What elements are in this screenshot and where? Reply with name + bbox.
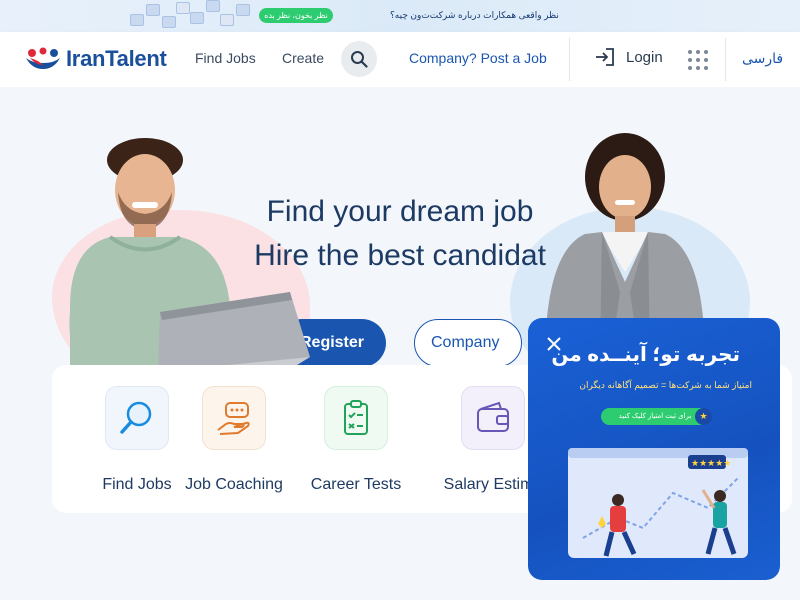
company-button[interactable]: Company [414,319,522,367]
language-switch[interactable]: فارسی [742,50,783,67]
login-icon [596,48,614,66]
star-icon: ★ [695,408,712,425]
nav-create[interactable]: Create [282,50,324,66]
rating-promo-popup[interactable]: تجربه تو؛ آینــده من امتیاز شما به شرکت‌… [528,318,780,580]
card-job-coaching[interactable]: Job Coaching [169,386,299,494]
site-header: IranTalent Find Jobs Create Company? Pos… [0,32,800,87]
coaching-hand-icon [202,386,266,450]
promo-text: نظر واقعی همکارات درباره شرکت‌ت‌ون چیه؟ [390,10,559,20]
login-label: Login [626,48,663,66]
promo-tiles-graphic [128,0,258,32]
card-label: Job Coaching [185,476,283,493]
rating-stars: ★★★★★ [691,459,731,469]
irantalent-logo[interactable]: IranTalent [24,44,167,74]
card-career-tests[interactable]: Career Tests [291,386,421,494]
promo-banner[interactable]: نظر بخون، نظر بده نظر واقعی همکارات دربا… [0,0,800,32]
man-with-laptop-image [69,138,310,392]
login-button[interactable]: Login [594,47,663,67]
popup-title: تجربه تو؛ آینــده من [551,344,740,366]
search-button[interactable] [341,41,377,77]
popup-subtitle: امتیاز شما به شرکت‌ها = تصمیم آگاهانه دی… [579,380,752,390]
popup-cta-button[interactable]: برای ثبت امتیاز کلیک کنید [601,408,709,425]
nav-find-jobs[interactable]: Find Jobs [195,50,256,66]
grid-icon[interactable] [688,50,708,70]
rating-illustration: ★★★★★ [568,448,748,558]
card-label: Career Tests [310,476,402,493]
logo-mark-icon [24,47,62,71]
company-post-job-link[interactable]: Company? Post a Job [409,50,547,66]
search-icon [351,51,368,68]
magnifier-icon [105,386,169,450]
promo-pill-button[interactable]: نظر بخون، نظر بده [259,8,333,23]
header-divider [725,38,726,81]
header-divider [569,38,570,81]
clipboard-checklist-icon [324,386,388,450]
wallet-icon [461,386,525,450]
logo-text: IranTalent [66,46,167,71]
